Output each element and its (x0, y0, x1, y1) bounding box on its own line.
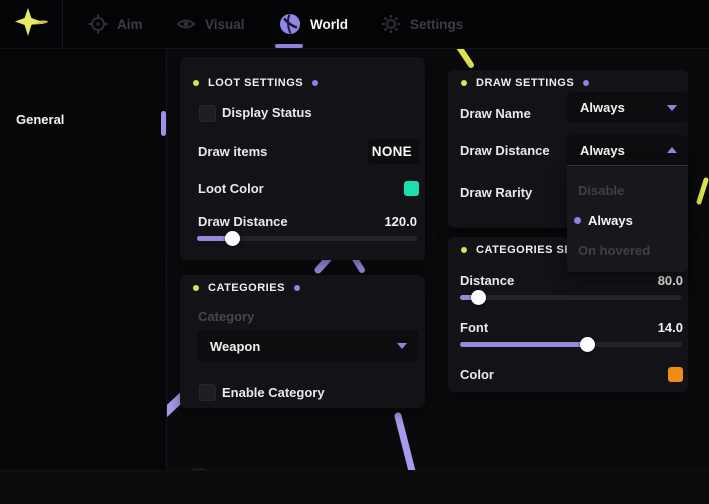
draw-items-label: Draw items (198, 144, 267, 160)
active-tab-indicator (275, 44, 303, 48)
panel-title: DRAW SETTINGS (476, 77, 574, 89)
selected-option-dot-icon (574, 217, 581, 224)
sidebar-active-indicator (161, 111, 166, 136)
category-label: Category (198, 309, 254, 325)
draw-distance-dropdown-list: Disable Always On hovered (567, 167, 688, 272)
tab-aim-label: Aim (117, 17, 143, 32)
tab-settings[interactable]: Settings (381, 0, 463, 48)
chevron-down-icon (397, 343, 407, 349)
slider-fill (460, 342, 587, 347)
slider-track[interactable] (460, 295, 682, 300)
draw-distance-slider[interactable] (197, 231, 417, 246)
distance-slider[interactable] (460, 290, 682, 305)
bottom-strip (0, 470, 709, 504)
sidebar: General (0, 48, 167, 470)
slider-thumb[interactable] (225, 231, 240, 246)
app-window: Aim Visual World (0, 0, 709, 504)
enable-category-checkbox[interactable] (199, 384, 216, 401)
display-status-checkbox[interactable] (199, 105, 216, 122)
dropdown-option-disable[interactable]: Disable (567, 175, 688, 205)
draw-distance-select-value: Always (580, 143, 625, 158)
yellow-dot-icon (193, 285, 199, 291)
yellow-dot-icon (193, 80, 199, 86)
enable-category-label: Enable Category (222, 385, 325, 401)
display-status-label: Display Status (222, 105, 312, 121)
tab-aim[interactable]: Aim (88, 0, 143, 48)
category-color-swatch[interactable] (668, 367, 683, 382)
dropdown-option-label: Always (588, 213, 633, 228)
gear-icon (381, 14, 401, 34)
tab-visual[interactable]: Visual (176, 0, 245, 48)
panel-header: LOOT SETTINGS (193, 76, 318, 90)
distance-label: Distance (460, 273, 514, 289)
tab-settings-label: Settings (410, 17, 463, 32)
yellow-dot-icon (461, 80, 467, 86)
loot-color-swatch[interactable] (404, 181, 419, 196)
panel-header: CATEGORIES (193, 281, 300, 295)
draw-distance-select[interactable]: Always (567, 135, 688, 166)
purple-dot-icon (312, 80, 318, 86)
tab-world-label: World (310, 17, 348, 32)
panel-title: LOOT SETTINGS (208, 77, 303, 89)
font-slider[interactable] (460, 337, 682, 352)
draw-name-select-value: Always (580, 100, 625, 115)
draw-distance-label: Draw Distance (198, 214, 288, 230)
top-navigation-bar: Aim Visual World (0, 0, 709, 49)
font-value: 14.0 (658, 320, 683, 336)
chevron-down-icon (667, 105, 677, 111)
category-select[interactable]: Weapon (197, 330, 418, 362)
draw-rarity-label: Draw Rarity (460, 185, 532, 201)
color-label: Color (460, 367, 494, 383)
dropdown-option-on-hovered[interactable]: On hovered (567, 235, 688, 265)
draw-items-value-button[interactable]: NONE (368, 139, 419, 164)
category-select-value: Weapon (210, 339, 260, 354)
font-label: Font (460, 320, 488, 336)
panel-categories: CATEGORIES Category Weapon Enable Catego… (180, 275, 425, 408)
draw-distance-label: Draw Distance (460, 143, 550, 159)
globe-icon (279, 13, 301, 35)
panel-header: DRAW SETTINGS (461, 76, 589, 90)
crosshair-icon (88, 14, 108, 34)
purple-dot-icon (294, 285, 300, 291)
chevron-up-icon (667, 147, 677, 153)
tab-visual-label: Visual (205, 17, 245, 32)
app-logo-sparkle-icon (12, 6, 50, 42)
panel-title: CATEGORIES (208, 282, 285, 294)
panel-loot-settings: LOOT SETTINGS Display Status Draw items … (180, 57, 425, 260)
yellow-dot-icon (461, 247, 467, 253)
sidebar-item-general[interactable]: General (16, 112, 64, 127)
draw-distance-value: 120.0 (384, 214, 417, 230)
slider-thumb[interactable] (471, 290, 486, 305)
draw-name-label: Draw Name (460, 106, 531, 122)
eye-icon (176, 14, 196, 34)
loot-color-label: Loot Color (198, 181, 264, 197)
distance-value: 80.0 (658, 273, 683, 289)
topbar-divider (62, 0, 63, 48)
dropdown-option-always[interactable]: Always (567, 205, 688, 235)
slider-track[interactable] (460, 342, 682, 347)
draw-name-select[interactable]: Always (567, 92, 688, 123)
slider-thumb[interactable] (580, 337, 595, 352)
purple-dot-icon (583, 80, 589, 86)
tab-world[interactable]: World (279, 0, 348, 48)
